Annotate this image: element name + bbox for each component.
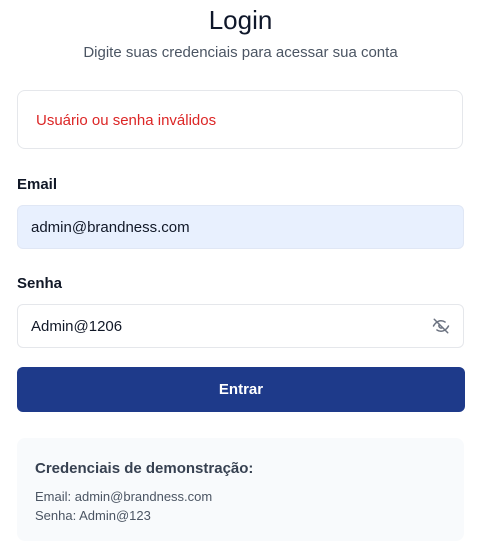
email-label: Email [17, 176, 58, 193]
password-field[interactable] [17, 304, 464, 348]
password-label: Senha [17, 275, 63, 292]
demo-password-line: Senha: Admin@123 [35, 508, 151, 523]
demo-credentials-title: Credenciais de demonstração: [35, 460, 254, 477]
login-page: Login Digite suas credenciais para acess… [0, 0, 481, 558]
email-field[interactable] [17, 205, 464, 249]
page-subtitle: Digite suas credenciais para acessar sua… [83, 44, 398, 61]
demo-credentials-box: Credenciais de demonstração: Email: admi… [17, 438, 464, 541]
demo-email-line: Email: admin@brandness.com [35, 489, 213, 504]
error-alert: Usuário ou senha inválidos [17, 90, 463, 149]
login-submit-button[interactable]: Entrar [17, 367, 465, 412]
error-message: Usuário ou senha inválidos [36, 112, 217, 129]
page-title: Login [208, 5, 273, 35]
eye-off-icon[interactable] [430, 316, 452, 336]
